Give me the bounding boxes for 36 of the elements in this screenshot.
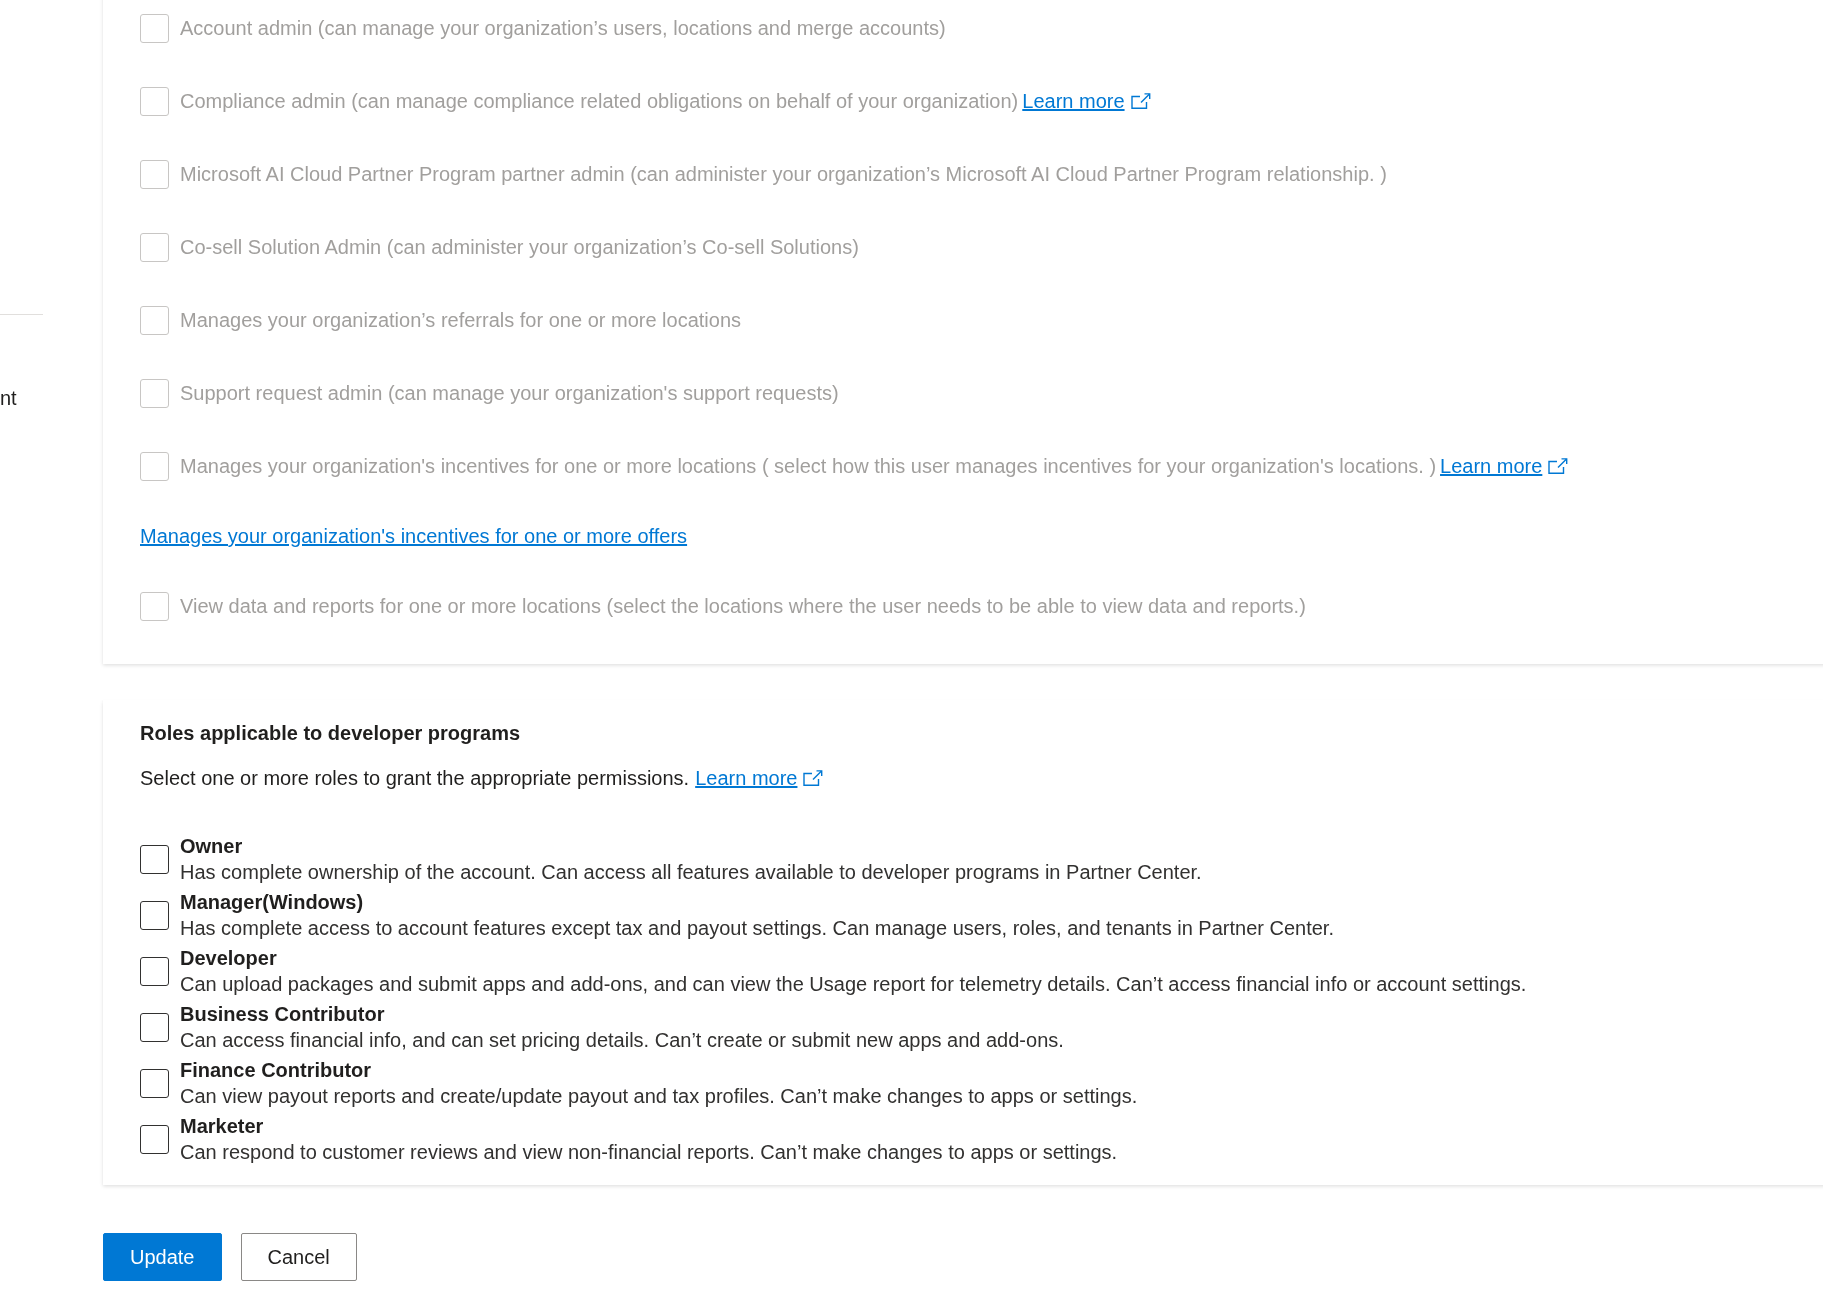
role-name: Developer — [180, 946, 277, 971]
role-label: Microsoft AI Cloud Partner Program partner admin (can administer your organization’s Microsoft AI Cloud Partner Program relationship. ) — [180, 162, 1387, 187]
learn-more-link[interactable]: Learn more — [695, 763, 824, 793]
role-description: Can respond to customer reviews and view non-financial reports. Can’t make changes to apps or settings. — [180, 1140, 1118, 1165]
role-label: Support request admin (can manage your organization's support requests) — [180, 381, 839, 406]
external-link-icon — [803, 770, 824, 786]
external-link-icon — [1130, 93, 1151, 109]
role-description: Has complete ownership of the account. Can access all features available to developer programs in Partner Center. — [180, 860, 1202, 885]
role-description: Can upload packages and submit apps and add-ons, and can view the Usage report for telemetry details. Can’t access financial info or account settings. — [180, 972, 1527, 997]
sidebar-item[interactable]: nt — [0, 385, 103, 411]
checkbox[interactable] — [140, 1012, 169, 1042]
role-name: Finance Contributor — [180, 1058, 372, 1083]
role-label: Account admin (can manage your organization’s users, locations and merge accounts) — [180, 16, 946, 41]
checkbox[interactable] — [140, 900, 169, 930]
checkbox[interactable] — [140, 956, 169, 986]
role-description: Can view payout reports and create/update payout and tax profiles. Can’t make changes to apps or settings. — [180, 1084, 1138, 1109]
update-button[interactable]: Update — [103, 1233, 222, 1281]
role-label: Co-sell Solution Admin (can administer your organization’s Co-sell Solutions) — [180, 235, 859, 260]
checkbox[interactable] — [140, 844, 169, 874]
checkbox[interactable] — [140, 1124, 169, 1154]
role-label: Manages your organization’s referrals for one or more locations — [180, 308, 742, 333]
section-description: Select one or more roles to grant the appropriate permissions. — [140, 766, 690, 791]
role-name: Business Contributor — [180, 1002, 385, 1027]
role-label: Manages your organization's incentives for one or more locations ( select how this user manages incentives for your organization's locations. ) — [180, 454, 1437, 479]
cancel-button[interactable]: Cancel — [240, 1233, 357, 1281]
role-name: Marketer — [180, 1114, 264, 1139]
external-link-icon — [1548, 458, 1569, 474]
role-description: Has complete access to account features except tax and payout settings. Can manage users, roles, and tenants in Partner Center. — [180, 916, 1334, 941]
role-description: Can access financial info, and can set pricing details. Can’t create or submit new apps and add-ons. — [180, 1028, 1064, 1053]
incentives-offers-link[interactable]: Manages your organization's incentives for one or more offers — [140, 521, 688, 551]
role-name: Manager(Windows) — [180, 890, 364, 915]
section-title: Roles applicable to developer programs — [140, 721, 521, 746]
role-label: View data and reports for one or more locations (select the locations where the user needs to be able to view data and reports.) — [180, 594, 1306, 619]
role-name: Owner — [180, 834, 243, 859]
checkbox[interactable] — [140, 1068, 169, 1098]
role-label: Compliance admin (can manage compliance related obligations on behalf of your organization) — [180, 89, 1019, 114]
